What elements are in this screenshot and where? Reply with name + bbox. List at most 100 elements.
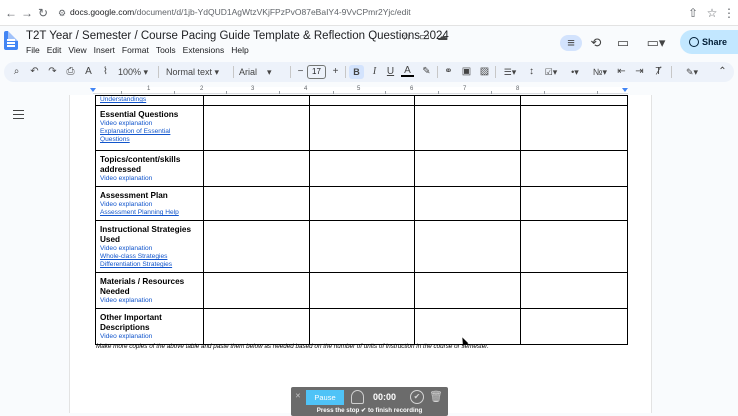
forward-icon[interactable]: → xyxy=(20,6,34,20)
table-cell[interactable] xyxy=(202,105,310,151)
table-cell[interactable] xyxy=(520,95,628,106)
video-explanation-link[interactable]: Video explanation xyxy=(100,297,199,305)
table-cell[interactable] xyxy=(520,186,628,221)
table-cell[interactable] xyxy=(308,272,416,309)
resource-link[interactable]: Differentiation Strategies xyxy=(100,261,199,269)
table-cell[interactable] xyxy=(308,220,416,273)
table-cell[interactable] xyxy=(202,272,310,309)
bulleted-list-select[interactable]: •▾ xyxy=(565,65,585,79)
url-text[interactable]: docs.google.com/document/d/1jb-YdQUD1AgW… xyxy=(70,7,411,17)
version-history-icon[interactable]: ⟲ xyxy=(588,35,604,51)
insert-image-icon[interactable]: ▨ xyxy=(478,65,491,79)
table-cell[interactable] xyxy=(308,95,416,106)
table-cell[interactable]: Instructional Strategies Used Video expl… xyxy=(95,220,204,273)
document-outline-icon[interactable] xyxy=(13,110,24,120)
table-cell[interactable]: Materials / Resources Needed Video expla… xyxy=(95,272,204,309)
italic-icon[interactable]: I xyxy=(368,65,381,79)
resource-link[interactable]: Questions xyxy=(100,136,199,144)
add-comment-icon[interactable]: ▣ xyxy=(460,65,473,79)
highlight-color-icon[interactable]: ✎ xyxy=(420,65,433,79)
checklist-select[interactable]: ☑▾ xyxy=(541,65,561,79)
table-cell[interactable] xyxy=(308,308,416,345)
undo-icon[interactable]: ↶ xyxy=(28,65,41,79)
search-menus-icon[interactable]: ⌕ xyxy=(10,65,23,79)
font-size-input[interactable]: 17 xyxy=(307,65,326,79)
table-cell[interactable] xyxy=(202,220,310,273)
menu-view[interactable]: View xyxy=(68,45,90,55)
align-select[interactable]: ☰▾ xyxy=(500,65,520,79)
resource-link[interactable]: Whole-class Strategies xyxy=(100,253,199,261)
decrease-indent-icon[interactable]: ⇤ xyxy=(615,65,628,79)
editing-mode-select[interactable]: ✎▾ xyxy=(682,65,702,79)
table-cell[interactable] xyxy=(202,95,310,106)
video-explanation-link[interactable]: Video explanation xyxy=(100,333,199,341)
table-cell[interactable] xyxy=(308,150,416,187)
spellcheck-icon[interactable]: A xyxy=(82,65,95,79)
menu-help[interactable]: Help xyxy=(231,45,252,55)
increase-indent-icon[interactable]: ⇥ xyxy=(633,65,646,79)
menu-edit[interactable]: Edit xyxy=(47,45,66,55)
increase-font-size-icon[interactable]: + xyxy=(329,65,342,79)
resource-link[interactable]: Explanation of Essential xyxy=(100,128,199,136)
numbered-list-select[interactable]: №▾ xyxy=(590,65,610,79)
docs-logo-icon[interactable] xyxy=(4,31,18,50)
stop-check-icon[interactable]: ✔ xyxy=(410,390,424,404)
trash-icon[interactable]: 🗑 xyxy=(429,390,443,403)
reload-icon[interactable]: ↻ xyxy=(36,6,50,20)
insert-link-icon[interactable]: ⚭ xyxy=(442,65,455,79)
table-cell[interactable] xyxy=(308,105,416,151)
menu-tools[interactable]: Tools xyxy=(156,45,180,55)
share-button[interactable]: Share xyxy=(680,30,738,54)
table-cell[interactable] xyxy=(414,220,522,273)
meet-icon[interactable]: ▭▾ xyxy=(645,35,667,51)
redo-icon[interactable]: ↷ xyxy=(46,65,59,79)
table-cell[interactable] xyxy=(520,105,628,151)
tab-outline-icon[interactable]: ≡ xyxy=(560,35,582,51)
bookmark-star-icon[interactable]: ☆ xyxy=(705,6,719,20)
table-cell[interactable]: Understandings xyxy=(95,95,204,106)
right-indent-marker[interactable] xyxy=(622,88,628,92)
clear-formatting-icon[interactable]: Ⱦ xyxy=(652,65,665,79)
comments-icon[interactable]: ▭ xyxy=(615,35,631,51)
table-cell[interactable]: Assessment Plan Video explanation Assess… xyxy=(95,186,204,221)
zoom-select[interactable]: 100% ▾ xyxy=(118,65,154,79)
table-cell[interactable] xyxy=(414,308,522,345)
video-explanation-link[interactable]: Video explanation xyxy=(100,245,199,253)
resource-link[interactable]: Assessment Planning Help xyxy=(100,209,199,217)
underline-icon[interactable]: U xyxy=(384,65,397,79)
table-cell[interactable] xyxy=(520,272,628,309)
video-explanation-link[interactable]: Video explanation xyxy=(100,201,199,209)
table-cell[interactable] xyxy=(202,186,310,221)
document-title[interactable]: T2T Year / Semester / Course Pacing Guid… xyxy=(26,30,449,42)
bold-icon[interactable]: B xyxy=(349,65,364,79)
menu-insert[interactable]: Insert xyxy=(94,45,119,55)
decrease-font-size-icon[interactable]: − xyxy=(294,65,307,79)
line-spacing-icon[interactable]: ↕ xyxy=(525,65,538,79)
back-icon[interactable]: ← xyxy=(4,6,18,20)
browser-menu-icon[interactable]: ⋮ xyxy=(722,6,736,20)
table-cell[interactable]: Essential Questions Video explanation Ex… xyxy=(95,105,204,151)
webcam-user-icon[interactable] xyxy=(351,390,364,404)
table-cell[interactable] xyxy=(202,308,310,345)
menu-extensions[interactable]: Extensions xyxy=(183,45,229,55)
close-recorder-icon[interactable]: ✕ xyxy=(295,392,301,400)
star-icon[interactable]: ☆ xyxy=(400,31,413,44)
table-cell[interactable] xyxy=(520,308,628,345)
share-page-icon[interactable]: ⇧ xyxy=(686,6,700,20)
table-cell[interactable] xyxy=(414,150,522,187)
left-indent-marker[interactable] xyxy=(90,88,96,92)
table-cell[interactable]: Other Important Descriptions Video expla… xyxy=(95,308,204,345)
table-cell[interactable] xyxy=(308,186,416,221)
table-cell[interactable] xyxy=(414,186,522,221)
collapse-menus-icon[interactable]: ⌃ xyxy=(716,65,729,79)
understandings-link[interactable]: Understandings xyxy=(100,96,199,104)
table-cell[interactable] xyxy=(414,95,522,106)
pause-button[interactable]: Pause xyxy=(306,390,344,405)
font-select[interactable]: Arial ▾ xyxy=(239,65,289,79)
menu-format[interactable]: Format xyxy=(122,45,153,55)
menu-file[interactable]: File xyxy=(26,45,44,55)
print-icon[interactable]: ⎙ xyxy=(64,65,77,79)
video-explanation-link[interactable]: Video explanation xyxy=(100,175,199,183)
site-info-icon[interactable]: ⚙ xyxy=(55,6,69,20)
table-cell[interactable] xyxy=(520,220,628,273)
